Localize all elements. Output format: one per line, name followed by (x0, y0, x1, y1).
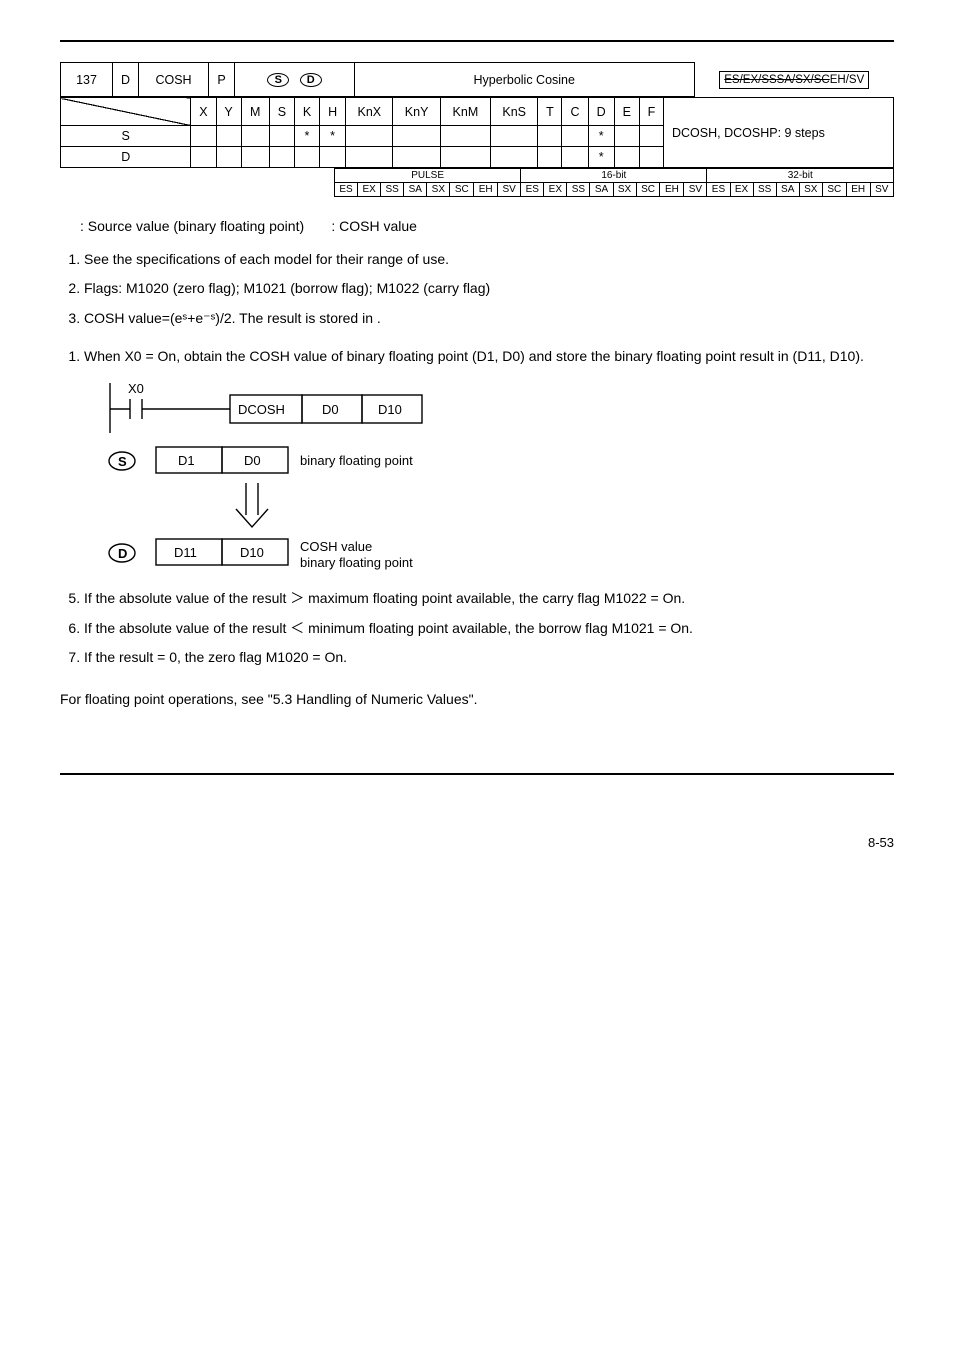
steps-cell: DCOSH, DCOSHP: 9 steps (664, 98, 894, 168)
pulse-table: PULSE 16-bit 32-bit ESEXSSSASXSCEHSV ESE… (334, 168, 894, 197)
explanation-2: Flags: M1020 (zero flag); M1021 (borrow … (84, 277, 894, 301)
program-list: When X0 = On, obtain the COSH value of b… (60, 345, 894, 369)
svg-text:D10: D10 (378, 402, 402, 417)
api-mnemonic: COSH (139, 63, 209, 97)
d-icon: D (300, 73, 322, 87)
applicable-models: ES/EX/SSSA/SX/SCEH/SV (719, 71, 869, 89)
remarks-text: For floating point operations, see "5.3 … (60, 686, 894, 713)
s-icon: S (267, 73, 289, 87)
api-p: P (209, 63, 235, 97)
slash-cell (61, 98, 191, 126)
svg-text:D11: D11 (174, 545, 197, 560)
explanation-3: COSH value=(eˢ+e⁻ˢ)/2. The result is sto… (84, 307, 894, 331)
program-intro: When X0 = On, obtain the COSH value of b… (84, 345, 894, 369)
operand-s-text: : Source value (binary floating point) (80, 218, 304, 234)
note-7: If the result = 0, the zero flag M1020 =… (84, 646, 894, 670)
operand-d-text: : COSH value (331, 218, 417, 234)
operands-line: : Source value (binary floating point) :… (80, 213, 894, 240)
note-6: If the absolute value of the result ＜ mi… (84, 617, 894, 641)
svg-text:D0: D0 (322, 402, 339, 417)
row-s: S (61, 126, 191, 147)
api-d: D (113, 63, 139, 97)
explanation-1: See the specifications of each model for… (84, 248, 894, 272)
svg-text:D10: D10 (240, 545, 264, 560)
svg-text:binary floating point: binary floating point (300, 453, 413, 468)
note-5: If the absolute value of the result ＞ ma… (84, 587, 894, 611)
svg-text:DCOSH: DCOSH (238, 402, 285, 417)
program-notes: If the absolute value of the result ＞ ma… (60, 587, 894, 670)
svg-text:binary floating point: binary floating point (300, 555, 413, 570)
applicable-models-cell: ES/EX/SSSA/SX/SCEH/SV (694, 63, 894, 97)
api-operands: S D (235, 63, 355, 97)
ladder-diagram: X0 DCOSH D0 D10 S D1 D0 binary floating … (100, 383, 894, 581)
device-grid-table: X Y M S K H KnX KnY KnM KnS T C D E F DC… (60, 97, 894, 168)
explanations-list: See the specifications of each model for… (60, 248, 894, 331)
api-header-table: 137 D COSH P S D Hyperbolic Cosine ES/EX… (60, 62, 894, 97)
svg-text:D0: D0 (244, 453, 261, 468)
svg-text:D1: D1 (178, 453, 195, 468)
svg-text:COSH value: COSH value (300, 539, 372, 554)
row-d: D (61, 147, 191, 168)
page-number: 8-53 (60, 835, 894, 850)
svg-text:X0: X0 (128, 383, 144, 396)
svg-text:S: S (118, 454, 127, 469)
api-num: 137 (61, 63, 113, 97)
api-function: Hyperbolic Cosine (355, 63, 695, 97)
svg-text:D: D (118, 546, 127, 561)
